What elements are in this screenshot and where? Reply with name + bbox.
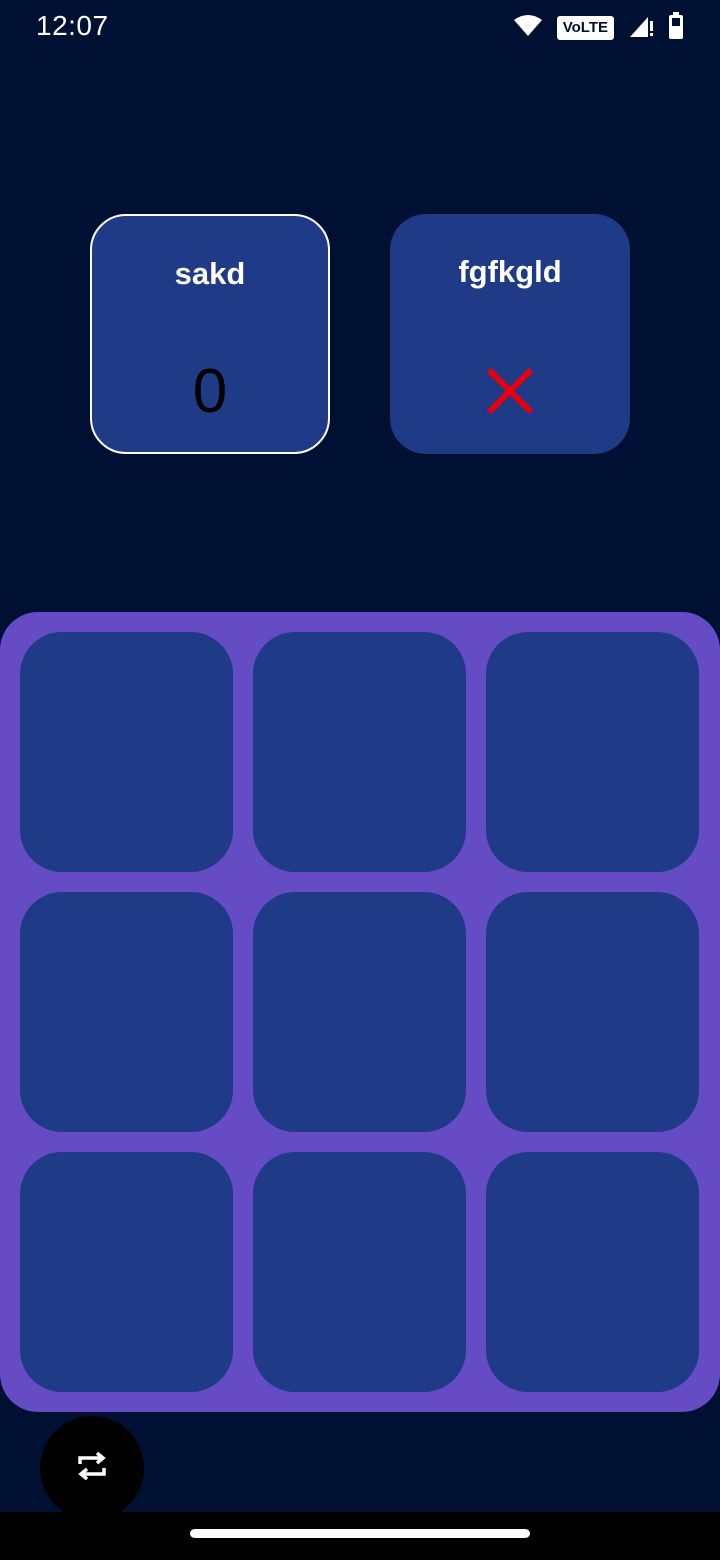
board-cell-3[interactable] <box>486 632 699 872</box>
x-icon <box>390 366 630 416</box>
status-icons: VoLTE <box>513 11 684 45</box>
board-cell-1[interactable] <box>20 632 233 872</box>
board-cell-4[interactable] <box>20 892 233 1132</box>
player-name: sakd <box>174 256 246 291</box>
board-cell-2[interactable] <box>253 632 466 872</box>
board-cell-6[interactable] <box>486 892 699 1132</box>
restart-button[interactable] <box>40 1416 144 1520</box>
system-nav-bar <box>0 1512 720 1560</box>
switch-arrows-icon <box>74 1451 110 1485</box>
board-cell-5[interactable] <box>253 892 466 1132</box>
player-name: fgfkgld <box>458 254 562 289</box>
signal-icon <box>628 13 654 44</box>
status-time: 12:07 <box>36 10 109 41</box>
board-cell-7[interactable] <box>20 1152 233 1392</box>
board-cell-9[interactable] <box>486 1152 699 1392</box>
player-mark-o: 0 <box>192 357 228 426</box>
player-card-2: fgfkgld <box>390 214 630 454</box>
game-board <box>0 612 720 1412</box>
volte-icon: VoLTE <box>556 16 614 40</box>
player-card-1: sakd 0 <box>90 214 330 454</box>
wifi-icon <box>513 14 543 43</box>
board-cell-8[interactable] <box>253 1152 466 1392</box>
status-bar: 12:07 VoLTE <box>0 0 720 56</box>
home-gesture-handle[interactable] <box>190 1529 530 1538</box>
battery-icon <box>668 11 684 45</box>
